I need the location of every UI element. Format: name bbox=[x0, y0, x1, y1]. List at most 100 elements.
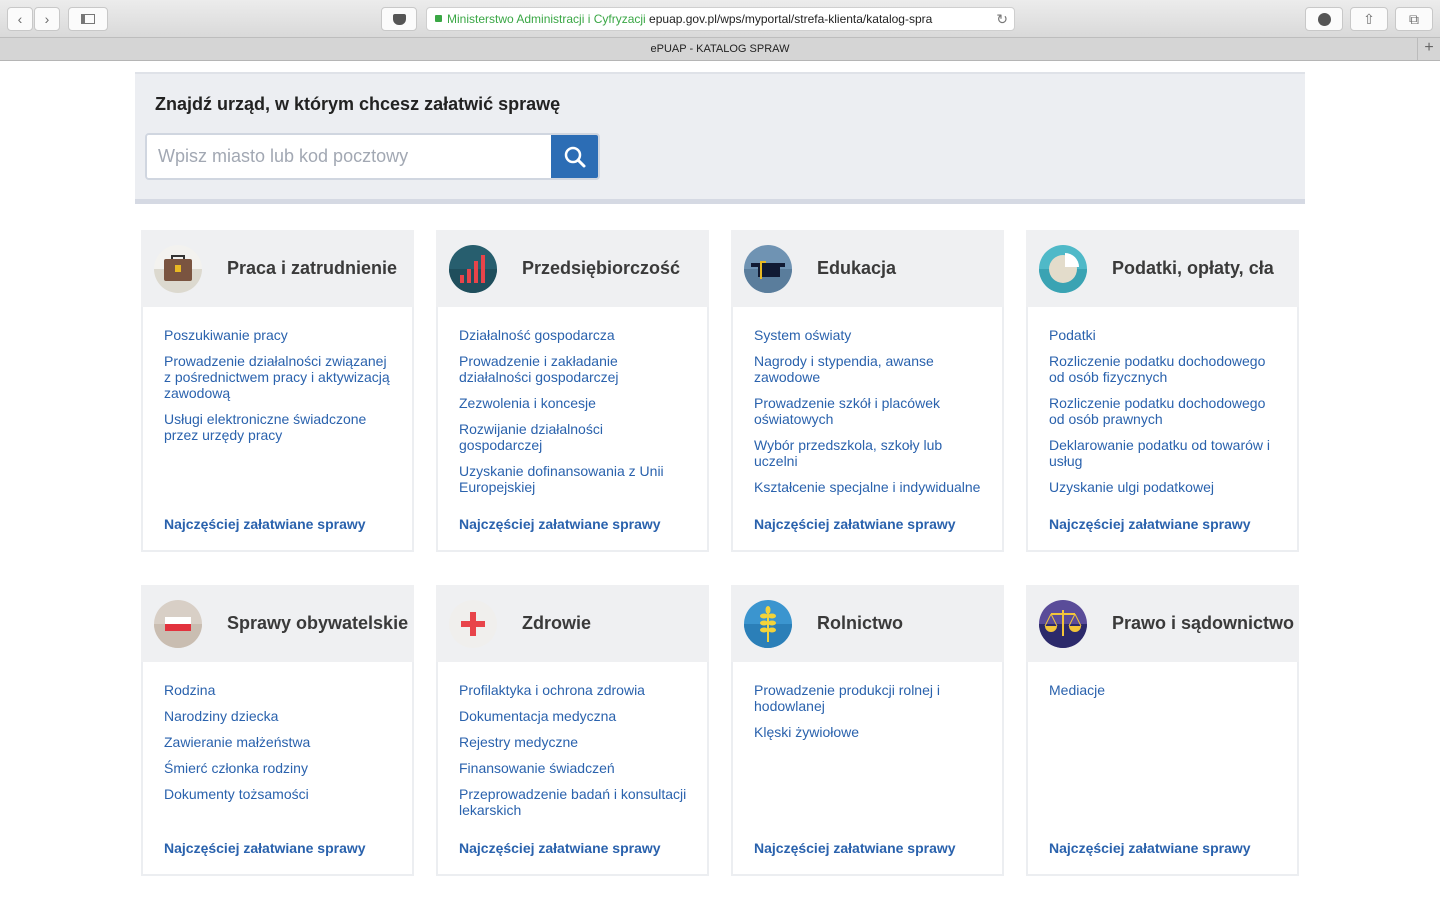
category-links: Poszukiwanie pracy Prowadzenie działalnoś… bbox=[143, 307, 412, 550]
category-title[interactable]: Sprawy obywatelskie bbox=[227, 613, 408, 634]
share-icon: ⇧ bbox=[1363, 10, 1375, 27]
reload-icon[interactable]: ↻ bbox=[996, 8, 1008, 30]
category-card: Sprawy obywatelskie Rodzina Narodziny dzie… bbox=[141, 585, 414, 876]
category-title[interactable]: Prawo i sądownictwo bbox=[1112, 613, 1294, 634]
category-link[interactable]: Rodzina bbox=[164, 682, 392, 698]
category-title[interactable]: Podatki, opłaty, cła bbox=[1112, 258, 1274, 279]
category-header[interactable]: Zdrowie bbox=[436, 585, 709, 662]
browser-toolbar: ‹ › Ministerstwo Administracji i Cyfryza… bbox=[0, 0, 1440, 38]
category-title[interactable]: Przedsiębiorczość bbox=[522, 258, 680, 279]
site-owner: Ministerstwo Administracji i Cyfryzacji bbox=[447, 12, 646, 26]
category-header[interactable]: Sprawy obywatelskie bbox=[141, 585, 414, 662]
red-cross-icon bbox=[449, 599, 497, 648]
category-card: Podatki, opłaty, cła Podatki Rozliczenie p… bbox=[1026, 230, 1299, 552]
category-link[interactable]: Prowadzenie i zakładanie działalności go… bbox=[459, 353, 687, 385]
category-title[interactable]: Edukacja bbox=[817, 258, 896, 279]
category-link[interactable]: Zawieranie małżeństwa bbox=[164, 734, 392, 750]
category-link[interactable]: Dokumenty tożsamości bbox=[164, 786, 392, 802]
address-bar[interactable]: Ministerstwo Administracji i Cyfryzacji … bbox=[426, 7, 1015, 31]
share-button[interactable]: ⇧ bbox=[1350, 7, 1388, 31]
most-common-cases-link[interactable]: Najczęściej załatwiane sprawy bbox=[1049, 516, 1277, 532]
graduation-cap-icon bbox=[744, 244, 792, 293]
back-button[interactable]: ‹ bbox=[7, 7, 33, 31]
category-link[interactable]: Profilaktyka i ochrona zdrowia bbox=[459, 682, 687, 698]
category-link[interactable]: Podatki bbox=[1049, 327, 1277, 343]
category-link[interactable]: Prowadzenie szkół i placówek oświatowych bbox=[754, 395, 982, 427]
category-links: Profilaktyka i ochrona zdrowia Dokumentac… bbox=[438, 662, 707, 874]
category-link[interactable]: Przeprowadzenie badań i konsultacji leka… bbox=[459, 786, 687, 818]
pocket-icon bbox=[392, 13, 406, 25]
category-link[interactable]: Rejestry medyczne bbox=[459, 734, 687, 750]
sidebar-button[interactable] bbox=[68, 7, 108, 31]
category-link[interactable]: Poszukiwanie pracy bbox=[164, 327, 392, 343]
search-button[interactable] bbox=[551, 135, 598, 178]
category-link[interactable]: Rozliczenie podatku dochodowego od osób … bbox=[1049, 395, 1277, 427]
category-links: Działalność gospodarcza Prowadzenie i zak… bbox=[438, 307, 707, 550]
chevron-left-icon: ‹ bbox=[17, 11, 23, 27]
category-link[interactable]: Nagrody i stypendia, awanse zawodowe bbox=[754, 353, 982, 385]
category-link[interactable]: Finansowanie świadczeń bbox=[459, 760, 687, 776]
sidebar-icon bbox=[81, 14, 95, 24]
most-common-cases-link[interactable]: Najczęściej załatwiane sprawy bbox=[754, 516, 982, 532]
category-links: Prowadzenie produkcji rolnej i hodowlane… bbox=[733, 662, 1002, 874]
tabs-icon: ⧉ bbox=[1409, 10, 1419, 27]
category-title[interactable]: Zdrowie bbox=[522, 613, 591, 634]
search-heading: Znajdź urząd, w którym chcesz załatwić s… bbox=[155, 94, 561, 114]
search-box bbox=[145, 133, 600, 180]
category-link[interactable]: Mediacje bbox=[1049, 682, 1277, 698]
category-links: System oświaty Nagrody i stypendia, awans… bbox=[733, 307, 1002, 550]
category-header[interactable]: Edukacja bbox=[731, 230, 1004, 307]
category-link[interactable]: Prowadzenie działalności związanej z poś… bbox=[164, 353, 392, 401]
category-header[interactable]: Praca i zatrudnienie bbox=[141, 230, 414, 307]
category-header[interactable]: Prawo i sądownictwo bbox=[1026, 585, 1299, 662]
category-link[interactable]: Uzyskanie ulgi podatkowej bbox=[1049, 479, 1277, 495]
tabs-button[interactable]: ⧉ bbox=[1395, 7, 1433, 31]
category-link[interactable]: Usługi elektroniczne świadczone przez ur… bbox=[164, 411, 392, 443]
forward-button[interactable]: › bbox=[34, 7, 60, 31]
category-grid: Praca i zatrudnienie Poszukiwanie pracy Pr… bbox=[141, 230, 1299, 876]
category-title[interactable]: Praca i zatrudnienie bbox=[227, 258, 397, 279]
category-link[interactable]: System oświaty bbox=[754, 327, 982, 343]
most-common-cases-link[interactable]: Najczęściej załatwiane sprawy bbox=[164, 516, 392, 532]
downloads-button[interactable] bbox=[1305, 7, 1343, 31]
category-link[interactable]: Klęski żywiołowe bbox=[754, 724, 982, 740]
most-common-cases-link[interactable]: Najczęściej załatwiane sprawy bbox=[754, 840, 982, 856]
pie-chart-icon bbox=[1039, 244, 1087, 293]
tab-bar: ePUAP - KATALOG SPRAW + bbox=[0, 38, 1440, 61]
category-link[interactable]: Deklarowanie podatku od towarów i usług bbox=[1049, 437, 1277, 469]
category-card: Prawo i sądownictwo Mediacje Najczęściej z… bbox=[1026, 585, 1299, 876]
category-link[interactable]: Zezwolenia i koncesje bbox=[459, 395, 687, 411]
polish-flag-icon bbox=[154, 599, 202, 648]
category-links: Mediacje Najczęściej załatwiane sprawy bbox=[1028, 662, 1297, 874]
category-link[interactable]: Prowadzenie produkcji rolnej i hodowlane… bbox=[754, 682, 982, 714]
category-link[interactable]: Dokumentacja medyczna bbox=[459, 708, 687, 724]
pocket-button[interactable] bbox=[381, 7, 417, 31]
category-card: Rolnictwo Prowadzenie produkcji rolnej i … bbox=[731, 585, 1004, 876]
briefcase-icon bbox=[154, 244, 202, 293]
category-link[interactable]: Działalność gospodarcza bbox=[459, 327, 687, 343]
category-link[interactable]: Uzyskanie dofinansowania z Unii Europejs… bbox=[459, 463, 687, 495]
search-icon bbox=[564, 146, 585, 167]
most-common-cases-link[interactable]: Najczęściej załatwiane sprawy bbox=[1049, 840, 1277, 856]
most-common-cases-link[interactable]: Najczęściej załatwiane sprawy bbox=[459, 840, 687, 856]
category-header[interactable]: Rolnictwo bbox=[731, 585, 1004, 662]
category-link[interactable]: Narodziny dziecka bbox=[164, 708, 392, 724]
category-link[interactable]: Rozliczenie podatku dochodowego od osób … bbox=[1049, 353, 1277, 385]
most-common-cases-link[interactable]: Najczęściej załatwiane sprawy bbox=[164, 840, 392, 856]
category-card: Zdrowie Profilaktyka i ochrona zdrowia Dok… bbox=[436, 585, 709, 876]
search-input[interactable] bbox=[147, 135, 551, 178]
category-header[interactable]: Podatki, opłaty, cła bbox=[1026, 230, 1299, 307]
category-header[interactable]: Przedsiębiorczość bbox=[436, 230, 709, 307]
wheat-icon bbox=[744, 599, 792, 648]
category-link[interactable]: Śmierć członka rodziny bbox=[164, 760, 392, 776]
category-link[interactable]: Wybór przedszkola, szkoły lub uczelni bbox=[754, 437, 982, 469]
new-tab-button[interactable]: + bbox=[1417, 38, 1440, 60]
category-link[interactable]: Rozwijanie działalności gospodarczej bbox=[459, 421, 687, 453]
category-title[interactable]: Rolnictwo bbox=[817, 613, 903, 634]
lock-icon bbox=[435, 15, 442, 22]
most-common-cases-link[interactable]: Najczęściej załatwiane sprawy bbox=[459, 516, 687, 532]
category-link[interactable]: Kształcenie specjalne i indywidualne bbox=[754, 479, 982, 495]
tab-title[interactable]: ePUAP - KATALOG SPRAW bbox=[651, 43, 790, 55]
scales-icon bbox=[1039, 599, 1087, 648]
category-card: Edukacja System oświaty Nagrody i stypendi… bbox=[731, 230, 1004, 552]
